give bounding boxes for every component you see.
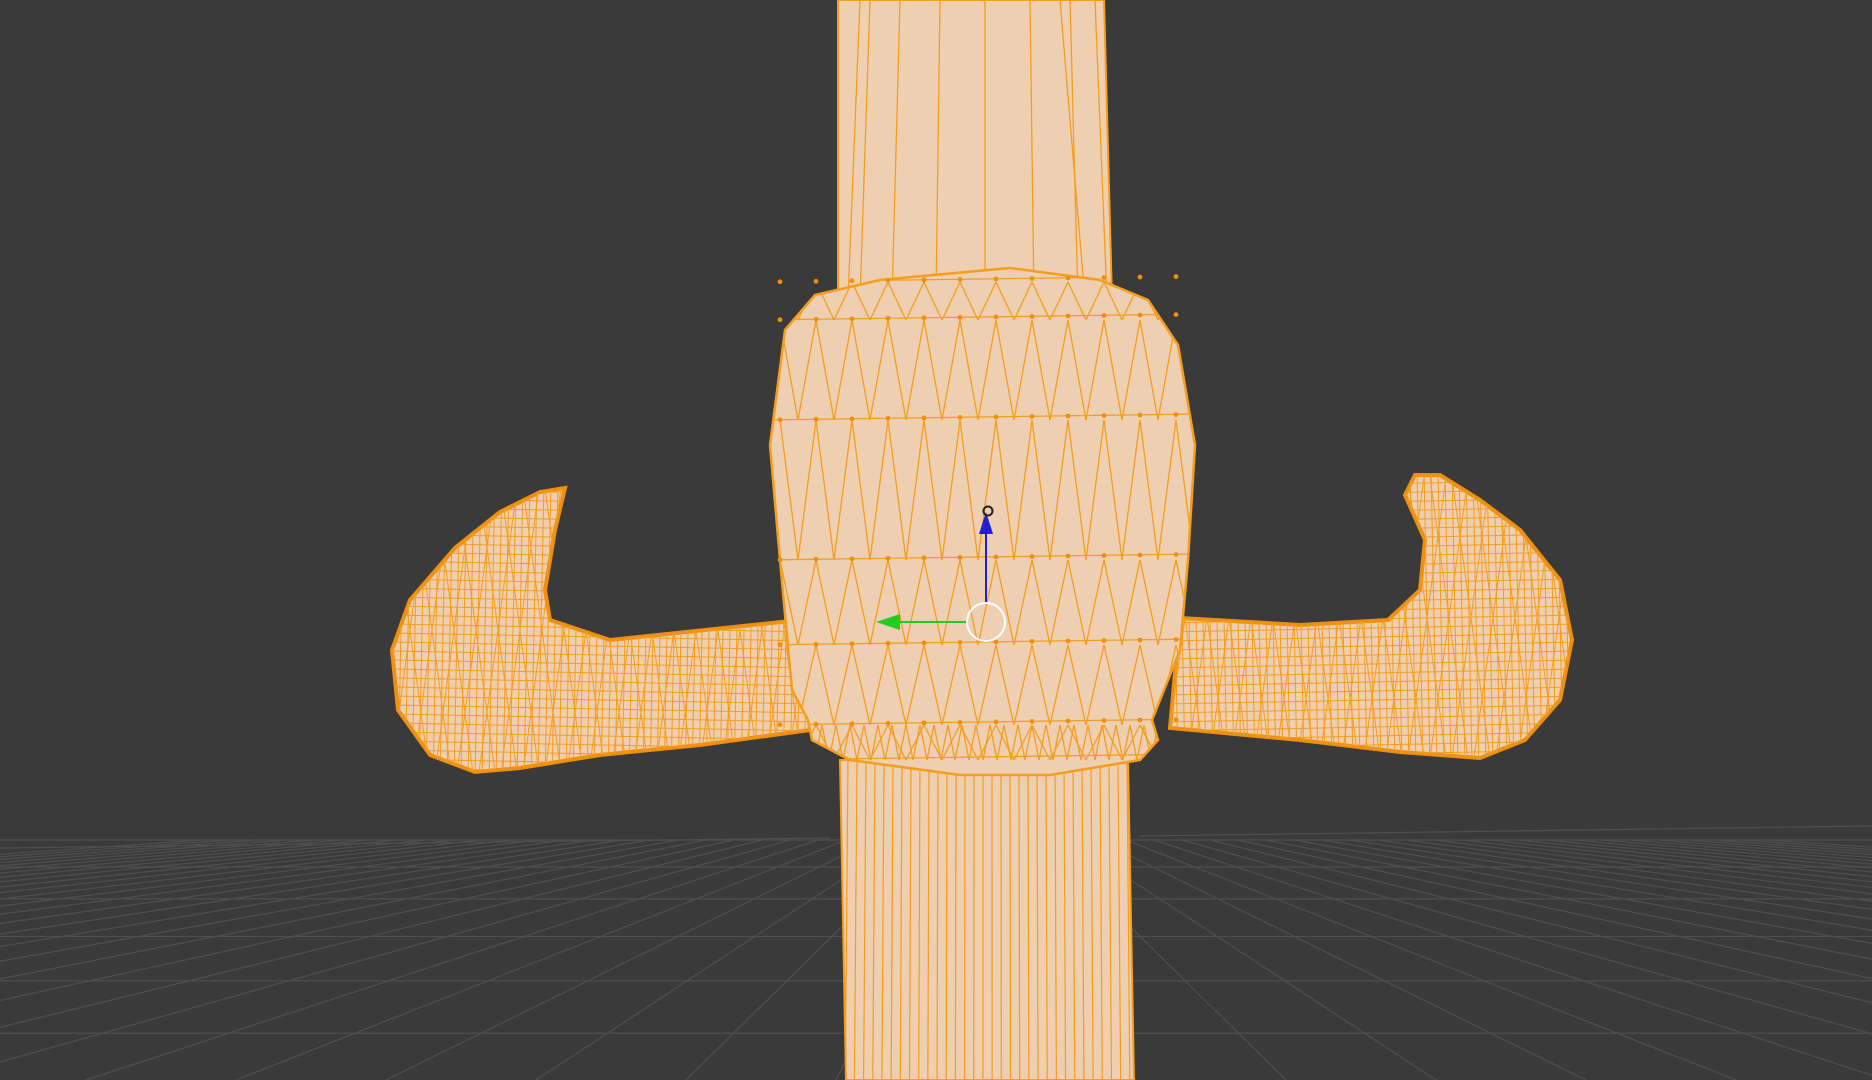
blade-mesh[interactable]: [837, 0, 1114, 301]
right-guard-arm-mesh[interactable]: [1165, 462, 1601, 765]
3d-viewport[interactable]: [0, 0, 1872, 1080]
handle-mesh[interactable]: [838, 759, 1136, 1080]
viewport-canvas[interactable]: [0, 0, 1872, 1080]
